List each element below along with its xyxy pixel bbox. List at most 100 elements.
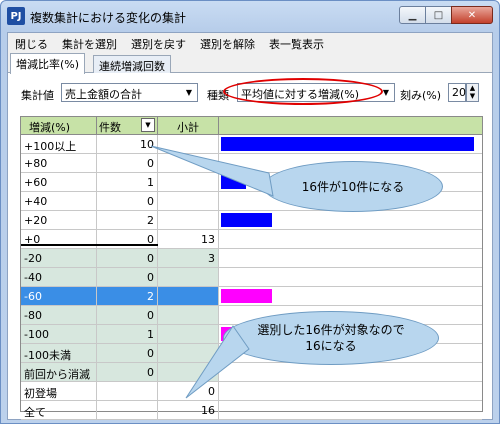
row-label: +40	[21, 192, 97, 210]
row-bar-cell	[219, 268, 482, 286]
row-label: -100	[21, 325, 97, 343]
row-count: 2	[97, 211, 158, 229]
spin-down-icon[interactable]: ▼	[467, 92, 478, 100]
tab-strip: 増減比率(%) 連続増減回数	[8, 53, 492, 74]
row-count: 2	[97, 287, 158, 305]
row-count: 1	[97, 325, 158, 343]
row-count: 10	[97, 135, 158, 153]
row-count: 1	[97, 173, 158, 191]
title-bar[interactable]: PJ 複数集計における変化の集計 ▁ □ ✕	[1, 1, 499, 32]
highlight-oval	[223, 78, 383, 105]
row-bar	[221, 137, 474, 151]
aggregate-value: 売上金額の合計	[65, 88, 142, 101]
row-label: 前回から消滅	[21, 363, 97, 381]
row-bar-cell	[219, 363, 482, 381]
menu-clear-filter[interactable]: 選別を解除	[193, 33, 262, 53]
table-row[interactable]: -20 0 3	[21, 249, 482, 268]
callout-bottom-line2: 16になる	[305, 339, 357, 353]
row-label: -40	[21, 268, 97, 286]
row-bar-cell	[219, 382, 482, 400]
row-bar	[221, 289, 272, 303]
chevron-down-icon[interactable]: ▼	[181, 84, 197, 101]
row-subtotal	[158, 173, 219, 191]
row-label: -80	[21, 306, 97, 324]
minimize-icon: ▁	[408, 9, 417, 21]
row-bar	[221, 175, 246, 189]
table-row[interactable]: 全て 16	[21, 401, 482, 420]
row-subtotal	[158, 154, 219, 172]
menu-bar: 閉じる 集計を選別 選別を戻す 選別を解除 表一覧表示	[8, 33, 492, 53]
sort-dropdown-icon[interactable]: ▼	[141, 118, 155, 132]
step-input[interactable]: 20	[448, 83, 466, 102]
row-label: +20	[21, 211, 97, 229]
window-title: 複数集計における変化の集計	[30, 11, 187, 25]
row-subtotal: 3	[158, 249, 219, 267]
row-count: 0	[97, 154, 158, 172]
row-subtotal	[158, 135, 219, 153]
row-subtotal	[158, 268, 219, 286]
row-label: -20	[21, 249, 97, 267]
menu-table-list[interactable]: 表一覧表示	[262, 33, 331, 53]
row-bar-cell	[219, 401, 482, 419]
row-count: 0	[97, 344, 158, 362]
table-row[interactable]: -60 2	[21, 287, 482, 306]
callout-bottom: 選別した16件が対象なので 16になる	[223, 311, 439, 365]
row-bar-cell	[219, 287, 482, 305]
step-label: 刻み(%)	[400, 89, 442, 102]
row-subtotal: 16	[158, 401, 219, 419]
aggregate-label: 集計値	[21, 89, 54, 102]
row-label: -100未満	[21, 344, 97, 362]
app-icon: PJ	[7, 7, 25, 25]
row-bar-cell	[219, 249, 482, 267]
menu-undo-filter[interactable]: 選別を戻す	[124, 33, 193, 53]
row-count: 0	[97, 192, 158, 210]
row-subtotal	[158, 192, 219, 210]
app-window: PJ 複数集計における変化の集計 ▁ □ ✕ 閉じる 集計を選別 選別を戻す 選…	[0, 0, 500, 424]
row-label: -60	[21, 287, 97, 305]
distribution-grid: 増減(%) 件数 ▼ 小計 +100以上 10 +80 0 +60 1 +40 0 +20 2 +0…	[20, 116, 483, 420]
maximize-icon: □	[433, 9, 444, 21]
header-count[interactable]: 件数 ▼	[97, 117, 158, 135]
table-row[interactable]: +20 2	[21, 211, 482, 230]
tab-consecutive-count[interactable]: 連続増減回数	[93, 55, 171, 73]
header-count-label: 件数	[99, 121, 121, 134]
row-bar-cell	[219, 211, 482, 229]
minimize-button[interactable]: ▁	[399, 6, 426, 24]
row-subtotal	[158, 344, 219, 362]
table-row[interactable]: 初登場 0	[21, 382, 482, 401]
table-row[interactable]: -40 0	[21, 268, 482, 287]
tab-change-ratio[interactable]: 増減比率(%)	[10, 53, 86, 74]
row-subtotal	[158, 211, 219, 229]
step-spinner[interactable]: ▲ ▼	[466, 83, 479, 102]
spin-up-icon[interactable]: ▲	[467, 84, 478, 92]
row-subtotal: 13	[158, 230, 219, 248]
row-subtotal	[158, 325, 219, 343]
header-subtotal[interactable]: 小計	[158, 117, 219, 135]
header-change[interactable]: 増減(%)	[21, 117, 97, 135]
row-subtotal: 0	[158, 382, 219, 400]
callout-bottom-line1: 選別した16件が対象なので	[257, 323, 405, 337]
header-bar	[219, 117, 482, 135]
row-label: +60	[21, 173, 97, 191]
aggregate-select[interactable]: 売上金額の合計 ▼	[61, 83, 198, 102]
maximize-button[interactable]: □	[425, 6, 452, 24]
row-bar-cell	[219, 230, 482, 248]
table-row[interactable]: +0 0 13	[21, 230, 482, 249]
row-label: +80	[21, 154, 97, 172]
close-icon: ✕	[467, 9, 477, 21]
row-count: 0	[97, 268, 158, 286]
close-button[interactable]: ✕	[451, 6, 493, 24]
row-count: 0	[97, 249, 158, 267]
row-count: 0	[97, 363, 158, 381]
row-bar-cell	[219, 135, 482, 153]
row-label: +100以上	[21, 135, 97, 153]
row-count	[97, 401, 158, 419]
row-subtotal	[158, 306, 219, 324]
group-separator	[21, 244, 158, 246]
row-label: 全て	[21, 401, 97, 419]
table-row[interactable]: 前回から消滅 0	[21, 363, 482, 382]
menu-close[interactable]: 閉じる	[8, 33, 55, 53]
table-row[interactable]: +100以上 10	[21, 135, 482, 154]
row-subtotal	[158, 287, 219, 305]
menu-filter[interactable]: 集計を選別	[55, 33, 124, 53]
